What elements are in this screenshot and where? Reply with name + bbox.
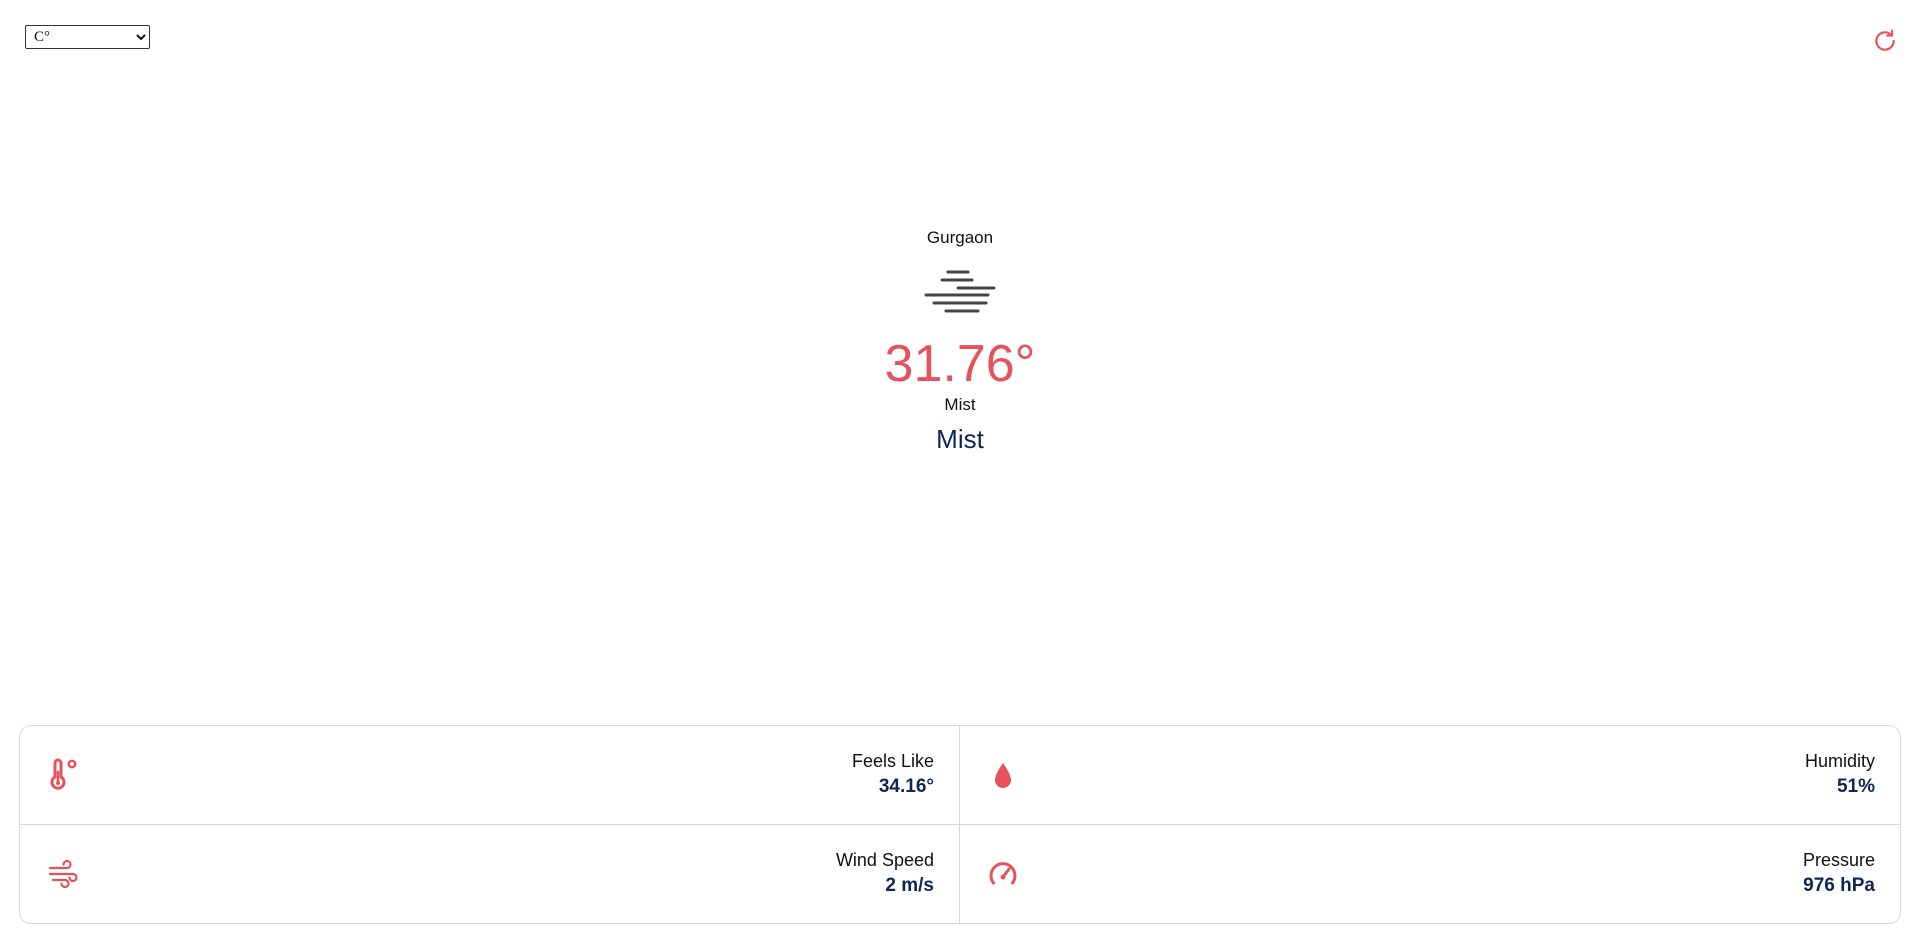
humidity-label: Humidity <box>1804 750 1875 771</box>
water-drop-icon <box>985 757 1021 793</box>
condition-main: Mist <box>944 395 976 414</box>
temperature: 31.76° <box>884 335 1036 393</box>
pressure-value: 976 hPa <box>1803 874 1875 896</box>
feels-like-card: Feels Like 34.16° <box>20 726 960 825</box>
mist-icon <box>924 270 996 313</box>
wind-speed-card: Wind Speed 2 m/s <box>20 824 960 923</box>
wind-speed-value: 2 m/s <box>885 874 934 896</box>
unit-select[interactable]: C° <box>25 25 150 49</box>
humidity-value: 51% <box>1836 775 1875 797</box>
city-name: Gurgaon <box>926 228 994 247</box>
wind-speed-label: Wind Speed <box>835 849 934 870</box>
details-grid: Feels Like 34.16° Humidity 51% Wind Spee… <box>19 725 1901 924</box>
pressure-card: Pressure 976 hPa <box>960 825 1900 924</box>
refresh-icon <box>1875 29 1895 51</box>
wind-icon <box>45 856 81 892</box>
feels-like-value: 34.16° <box>878 775 934 797</box>
current-weather: Gurgaon 31.76° Mist Mist <box>0 228 1920 455</box>
humidity-card: Humidity 51% <box>960 726 1900 825</box>
thermometer-icon <box>45 757 81 793</box>
refresh-button[interactable] <box>1870 26 1900 56</box>
condition-description: Mist <box>936 424 984 454</box>
gauge-icon <box>985 856 1021 892</box>
pressure-label: Pressure <box>1802 849 1875 870</box>
feels-like-label: Feels Like <box>851 750 934 771</box>
